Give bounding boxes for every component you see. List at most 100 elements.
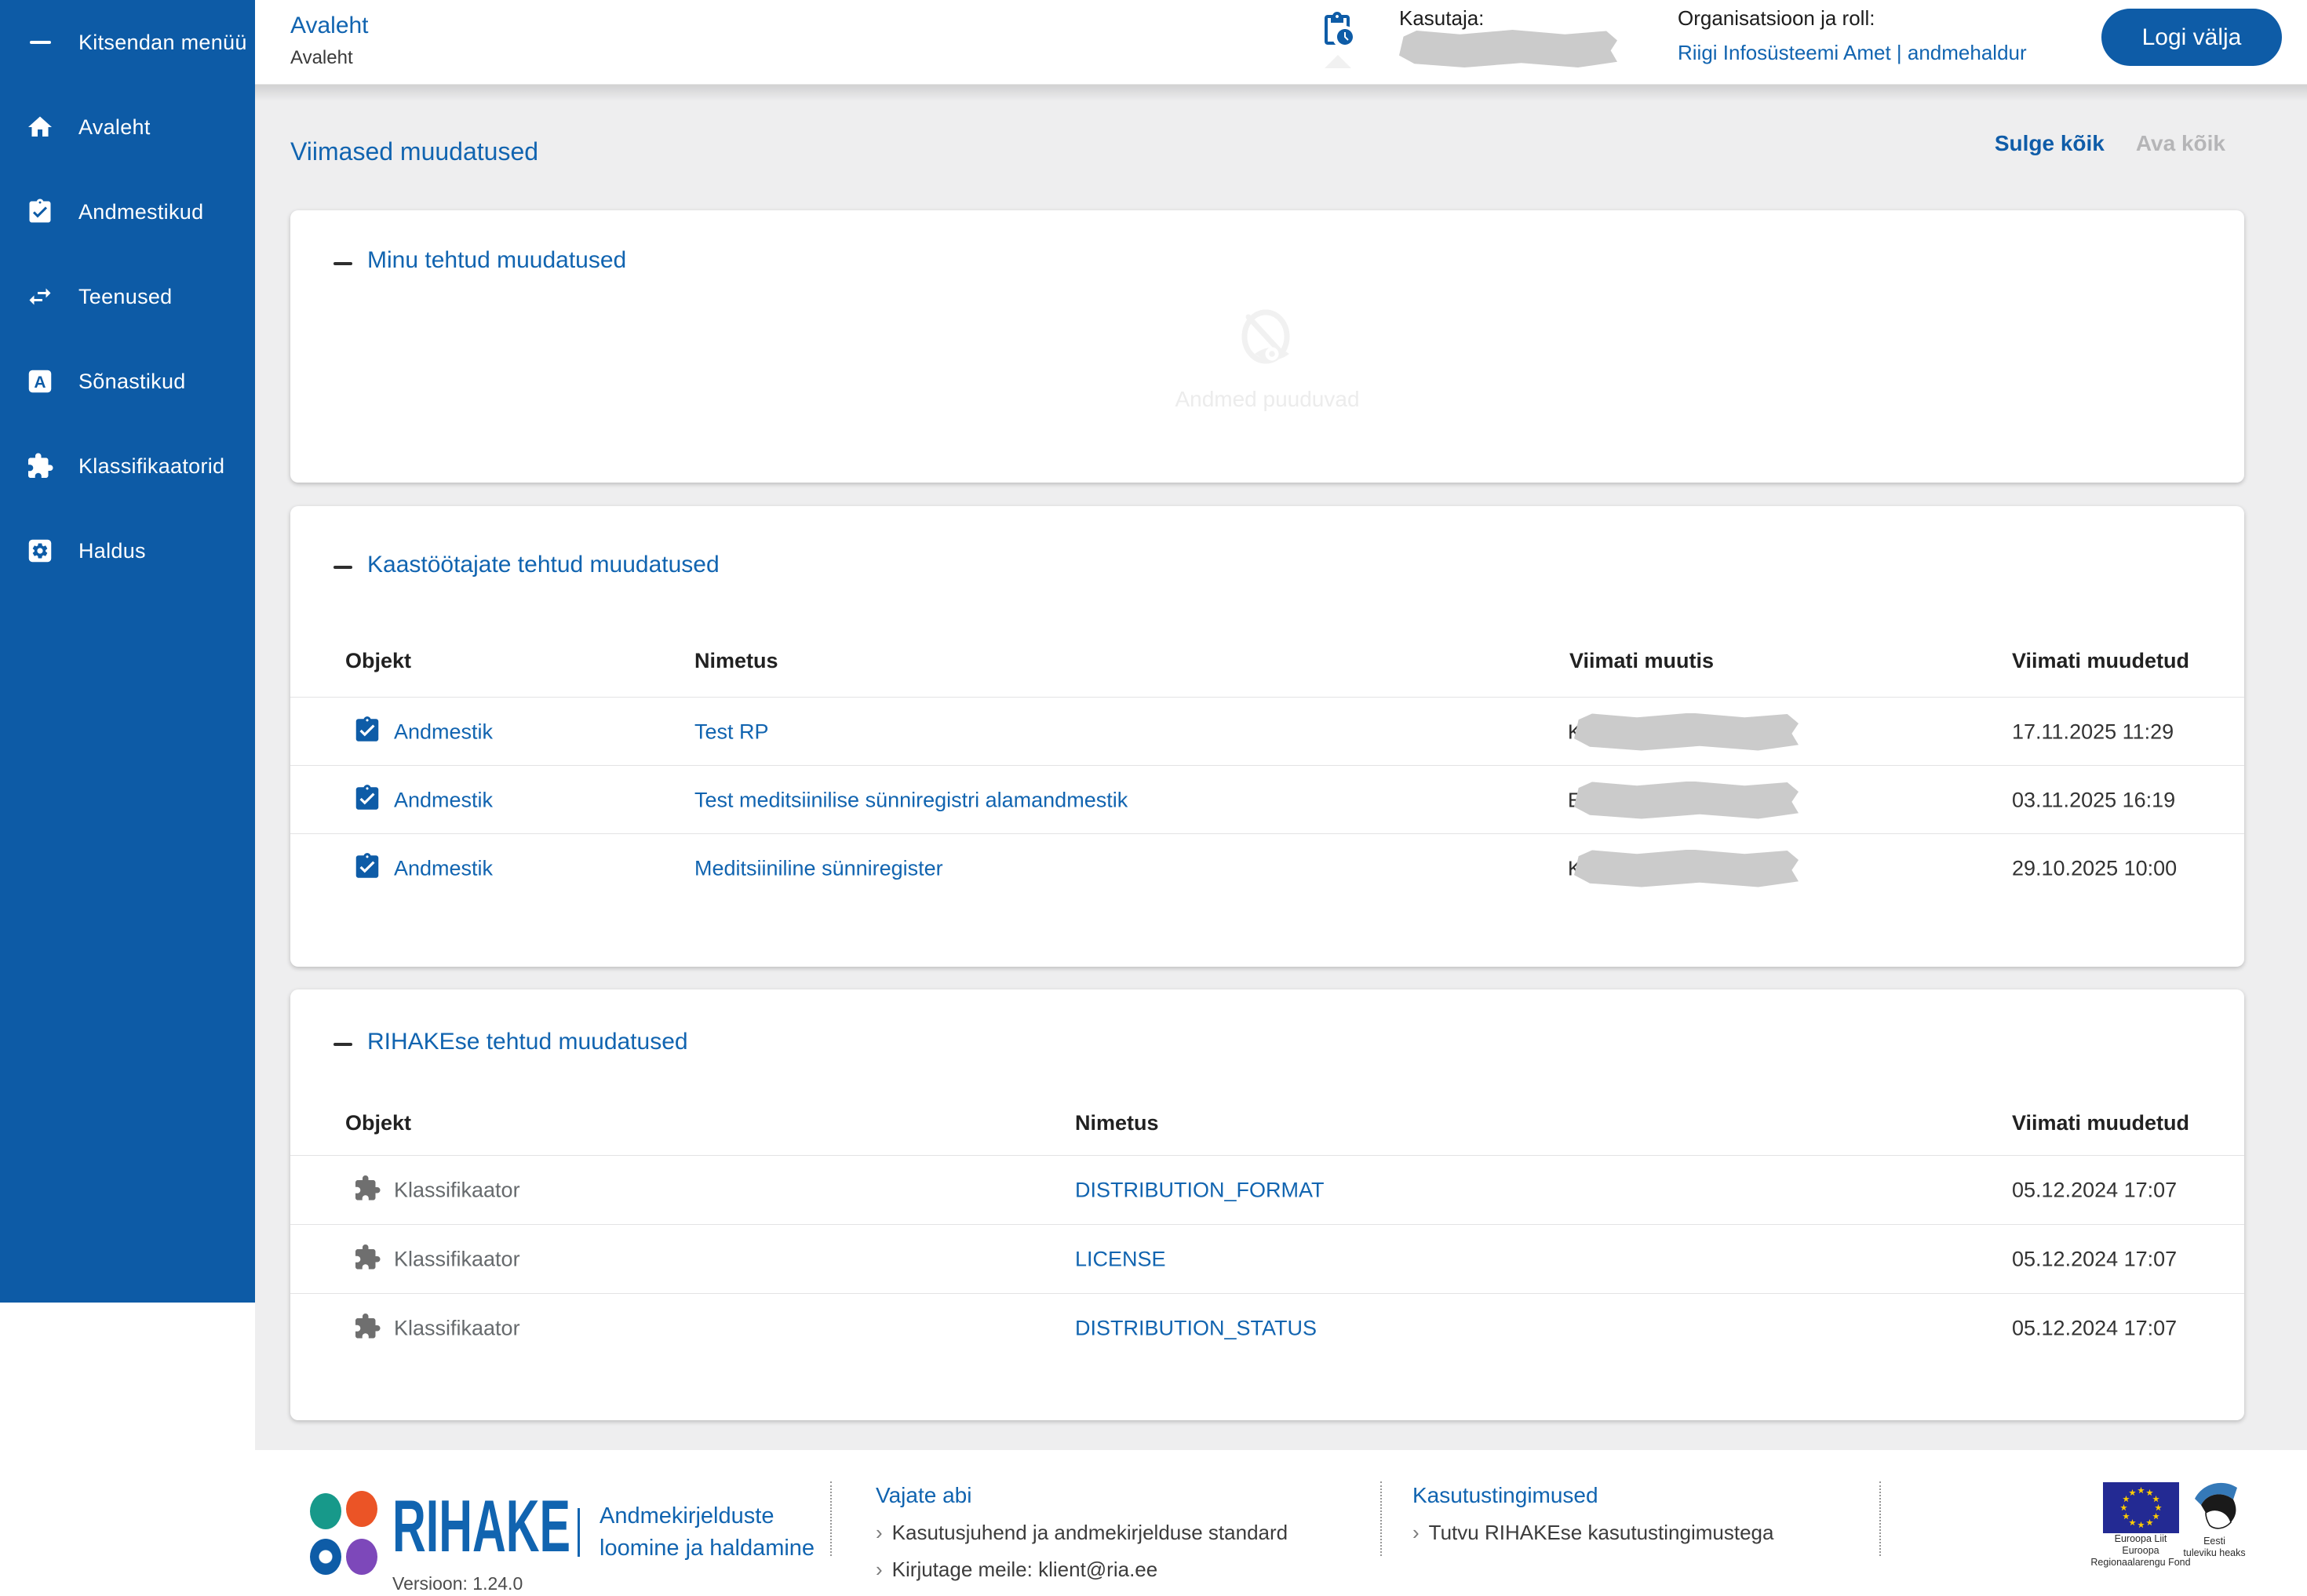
section-title[interactable]: Kaastöötajate tehtud muudatused bbox=[367, 552, 720, 578]
sidebar-item-teenused[interactable]: Teenused bbox=[0, 254, 255, 339]
footer-divider bbox=[1879, 1481, 1881, 1556]
accordion-controls: Sulge kõik Ava kõik bbox=[1995, 131, 2225, 156]
section-title[interactable]: RIHAKEse tehtud muudatused bbox=[367, 1029, 688, 1055]
chevron-right-icon: › bbox=[876, 1521, 883, 1544]
sidebar-item-label: Andmestikud bbox=[78, 200, 203, 224]
logo-divider bbox=[578, 1508, 580, 1557]
puzzle-icon bbox=[353, 1175, 381, 1207]
collapse-section-icon[interactable] bbox=[333, 1043, 352, 1046]
object-type: Andmestik bbox=[394, 788, 493, 812]
collapse-section-icon[interactable] bbox=[333, 262, 352, 265]
card-my-changes: Minu tehtud muudatused Andmed puuduvad bbox=[290, 210, 2244, 483]
letter-a-icon: A bbox=[26, 367, 54, 395]
swap-arrows-icon bbox=[26, 282, 54, 311]
clipboard-check-icon bbox=[352, 783, 382, 817]
sidebar-item-klassifikaatorid[interactable]: Klassifikaatorid bbox=[0, 424, 255, 508]
sidebar: Kitsendan menüü Avaleht Andmestikud Teen… bbox=[0, 0, 255, 1303]
column-header-muudetud: Viimati muudetud bbox=[2012, 1111, 2189, 1135]
tagline-line2: loomine ja haldamine bbox=[600, 1532, 815, 1565]
sidebar-item-label: Haldus bbox=[78, 539, 146, 563]
sidebar-item-haldus[interactable]: Haldus bbox=[0, 508, 255, 593]
terms-title[interactable]: Kasutustingimused bbox=[1412, 1483, 1773, 1508]
modified-date: 03.11.2025 16:19 bbox=[2012, 788, 2175, 812]
modified-date: 05.12.2024 17:07 bbox=[2012, 1317, 2177, 1341]
version-text: Versioon: 1.24.0 bbox=[392, 1573, 523, 1594]
org-role-link[interactable]: Riigi Infosüsteemi Amet | andmehaldur bbox=[1678, 41, 2027, 65]
help-link-email[interactable]: ›Kirjutage meile: klient@ria.ee bbox=[876, 1558, 1288, 1582]
svg-text:A: A bbox=[34, 373, 46, 392]
table-row: Klassifikaator DISTRIBUTION_STATUS 05.12… bbox=[290, 1293, 2244, 1363]
sidebar-item-label: Klassifikaatorid bbox=[78, 454, 224, 479]
sidebar-item-andmestikud[interactable]: Andmestikud bbox=[0, 169, 255, 254]
brand-tagline: Andmekirjelduste loomine ja haldamine bbox=[600, 1500, 815, 1565]
sidebar-item-label: Sõnastikud bbox=[78, 370, 186, 394]
column-header-muudetud: Viimati muudetud bbox=[2012, 649, 2189, 673]
main-content: Viimased muudatused Sulge kõik Ava kõik … bbox=[255, 84, 2307, 1450]
help-link-label: Kirjutage meile: klient@ria.ee bbox=[892, 1558, 1158, 1581]
card-collaborator-changes: Kaastöötajate tehtud muudatused Objekt N… bbox=[290, 506, 2244, 967]
classifier-link[interactable]: DISTRIBUTION_STATUS bbox=[1075, 1317, 1317, 1341]
ee-caption-line: tuleviku heaks bbox=[2152, 1547, 2277, 1559]
object-type: Andmestik bbox=[394, 856, 493, 880]
puzzle-icon bbox=[353, 1313, 381, 1345]
collapse-section-icon[interactable] bbox=[333, 566, 352, 569]
clipboard-check-icon bbox=[352, 851, 382, 885]
modified-date: 05.12.2024 17:07 bbox=[2012, 1179, 2177, 1203]
home-icon bbox=[26, 113, 54, 141]
chevron-right-icon: › bbox=[1412, 1521, 1420, 1544]
modified-date: 17.11.2025 11:29 bbox=[2012, 720, 2174, 744]
terms-link-label: Tutvu RIHAKEse kasutustingimustega bbox=[1429, 1521, 1774, 1544]
editor-name-redacted bbox=[1574, 782, 1799, 819]
org-role-label: Organisatsioon ja roll: bbox=[1678, 6, 1875, 31]
user-label: Kasutaja: bbox=[1399, 6, 1484, 31]
puzzle-icon bbox=[353, 1244, 381, 1276]
rihake-logo-circles bbox=[310, 1493, 379, 1576]
topbar: Avaleht Avaleht Kasutaja: Organisatsioon… bbox=[255, 0, 2307, 85]
help-link-label: Kasutusjuhend ja andmekirjelduse standar… bbox=[892, 1521, 1288, 1544]
classifier-link[interactable]: DISTRIBUTION_FORMAT bbox=[1075, 1179, 1325, 1203]
clipboard-check-icon bbox=[352, 715, 382, 749]
terms-link[interactable]: › Tutvu RIHAKEse kasutustingimustega bbox=[1412, 1521, 1773, 1545]
pending-actions-icon[interactable] bbox=[1318, 10, 1356, 48]
page-heading: Viimased muudatused bbox=[290, 137, 538, 166]
breadcrumb: Avaleht bbox=[290, 47, 353, 69]
sidebar-item-label: Kitsendan menüü bbox=[78, 31, 247, 55]
column-header-nimetus: Nimetus bbox=[1075, 1111, 1159, 1135]
collapse-all-button[interactable]: Sulge kõik bbox=[1995, 131, 2105, 156]
column-header-muutis: Viimati muutis bbox=[1569, 649, 1714, 673]
editor-name-redacted bbox=[1574, 713, 1799, 751]
sidebar-item-collapse-menu[interactable]: Kitsendan menüü bbox=[0, 0, 255, 85]
column-header-objekt: Objekt bbox=[345, 1111, 411, 1135]
gear-icon bbox=[26, 537, 54, 565]
object-type: Klassifikaator bbox=[394, 1248, 520, 1272]
modified-date: 29.10.2025 10:00 bbox=[2012, 856, 2177, 880]
dataset-link[interactable]: Test RP bbox=[694, 720, 769, 744]
expand-all-button[interactable]: Ava kõik bbox=[2136, 131, 2225, 156]
eu-flag-logo bbox=[2103, 1482, 2179, 1537]
logout-button[interactable]: Logi välja bbox=[2101, 9, 2282, 66]
table-row: Andmestik Test meditsiinilise sünniregis… bbox=[290, 765, 2244, 834]
sidebar-item-sonastikud[interactable]: A Sõnastikud bbox=[0, 339, 255, 424]
column-header-objekt: Objekt bbox=[345, 649, 411, 673]
sidebar-item-avaleht[interactable]: Avaleht bbox=[0, 85, 255, 169]
help-link-manual[interactable]: › Kasutusjuhend ja andmekirjelduse standa… bbox=[876, 1521, 1288, 1545]
dataset-link[interactable]: Meditsiiniline sünniregister bbox=[694, 856, 943, 880]
collapse-minus-icon bbox=[26, 28, 54, 56]
dataset-link[interactable]: Test meditsiinilise sünniregistri alaman… bbox=[694, 788, 1128, 812]
sidebar-item-label: Avaleht bbox=[78, 115, 151, 140]
puzzle-icon bbox=[26, 452, 54, 480]
object-type: Andmestik bbox=[394, 720, 493, 744]
page-title-link[interactable]: Avaleht bbox=[290, 13, 369, 39]
help-title[interactable]: Vajate abi bbox=[876, 1483, 1288, 1508]
classifier-link[interactable]: LICENSE bbox=[1075, 1248, 1166, 1272]
section-title[interactable]: Minu tehtud muudatused bbox=[367, 247, 626, 274]
empty-state: Andmed puuduvad bbox=[290, 308, 2244, 412]
empty-state-text: Andmed puuduvad bbox=[290, 387, 2244, 412]
table-row: Klassifikaator LICENSE 05.12.2024 17:07 bbox=[290, 1224, 2244, 1294]
ee-caption-line: Eesti bbox=[2152, 1536, 2277, 1547]
terms-block: Kasutustingimused › Tutvu RIHAKEse kasutu… bbox=[1412, 1483, 1773, 1545]
help-block: Vajate abi › Kasutusjuhend ja andmekirjel… bbox=[876, 1483, 1288, 1582]
modified-date: 05.12.2024 17:07 bbox=[2012, 1248, 2177, 1272]
tagline-line1: Andmekirjelduste bbox=[600, 1500, 815, 1532]
table-row: Andmestik Test RP K 17.11.2025 11:29 bbox=[290, 697, 2244, 766]
